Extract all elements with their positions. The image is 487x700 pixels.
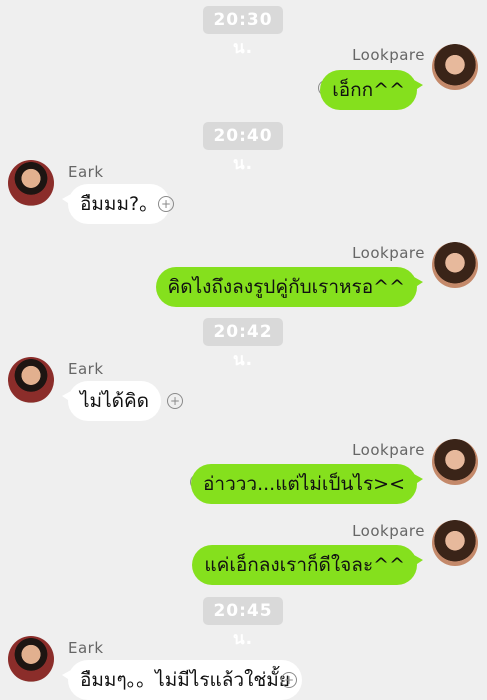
message-bubble-sent[interactable]: เอ็กก^^ xyxy=(320,70,423,110)
sender-name: Lookpare xyxy=(352,441,425,459)
message-bubble-sent[interactable]: แค่เอ็กลงเราก็ดีใจละ^^ xyxy=(192,545,423,585)
avatar-eark[interactable] xyxy=(8,357,54,403)
sender-name: Eark xyxy=(68,360,104,378)
timestamp-pill: 20:30 น. xyxy=(203,6,283,58)
avatar-eark[interactable] xyxy=(8,160,54,206)
plus-circle-icon[interactable]: + xyxy=(158,196,174,212)
message-bubble-sent[interactable]: อ่าววว...แต่ไม่เป็นไร>< xyxy=(190,464,424,504)
plus-circle-icon[interactable]: + xyxy=(167,393,183,409)
sender-name: Eark xyxy=(68,163,104,181)
avatar-lookpare[interactable] xyxy=(432,520,478,566)
sender-name: Eark xyxy=(68,639,104,657)
message-bubble-sent[interactable]: คิดไงถึงลงรูปคู่กับเราหรอ^^ xyxy=(155,267,424,307)
message-bubble-received[interactable]: อืมมๆ。。ไม่มีไรแล้วใช่มั้ย xyxy=(62,660,302,700)
avatar-eark[interactable] xyxy=(8,636,54,682)
timestamp-pill: 20:42 น. xyxy=(203,318,283,370)
sender-name: Lookpare xyxy=(352,522,425,540)
avatar-lookpare[interactable] xyxy=(432,44,478,90)
avatar-lookpare[interactable] xyxy=(432,242,478,288)
chat-screen: 20:30 น. Lookpare + เอ็กก^^ 20:40 น. Ear… xyxy=(0,0,487,700)
timestamp-pill: 20:45 น. xyxy=(203,597,283,649)
avatar-lookpare[interactable] xyxy=(432,439,478,485)
sender-name: Lookpare xyxy=(352,46,425,64)
sender-name: Lookpare xyxy=(352,244,425,262)
plus-circle-icon[interactable]: + xyxy=(281,672,297,688)
message-bubble-received[interactable]: อืมมม?。 xyxy=(61,184,171,224)
message-bubble-received[interactable]: ไม่ได้คิด xyxy=(61,381,162,421)
timestamp-pill: 20:40 น. xyxy=(203,122,283,174)
